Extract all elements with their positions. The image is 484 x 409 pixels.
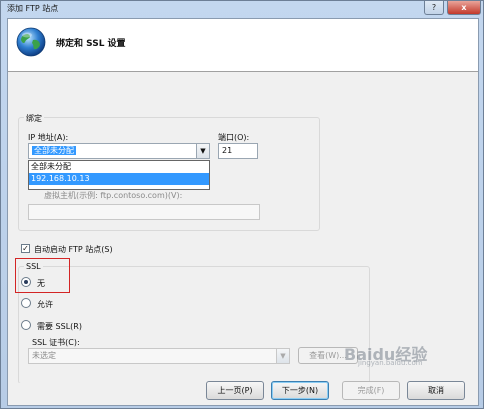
ssl-allow-radio[interactable] xyxy=(21,298,31,308)
ssl-require-label[interactable]: 需要 SSL(R) xyxy=(37,321,82,332)
chevron-down-icon[interactable]: ▼ xyxy=(276,349,289,363)
ip-address-dropdown-list[interactable]: 全部未分配 192.168.10.13 xyxy=(28,160,210,190)
virtual-host-label: 虚拟主机(示例: ftp.contoso.com)(V): xyxy=(44,191,183,200)
ssl-cert-label: SSL 证书(C): xyxy=(32,338,80,347)
page-title: 绑定和 SSL 设置 xyxy=(56,39,126,49)
ssl-cert-value: 未选定 xyxy=(32,351,56,360)
dropdown-option-ip[interactable]: 192.168.10.13 xyxy=(29,173,209,185)
dialog-window: 添加 FTP 站点 ? x 绑定和 SSL 设置 绑定 IP 地址(A): 全部… xyxy=(0,0,484,409)
chevron-down-icon[interactable]: ▼ xyxy=(196,144,209,158)
wizard-header: 绑定和 SSL 设置 xyxy=(8,19,478,71)
port-input[interactable]: 21 xyxy=(218,143,258,159)
dialog-client-area: 绑定和 SSL 设置 绑定 IP 地址(A): 全部未分配 ▼ 端口(O): 2… xyxy=(7,18,479,406)
wizard-content: 绑定 IP 地址(A): 全部未分配 ▼ 端口(O): 21 虚拟主机(示例: … xyxy=(8,71,478,384)
ssl-allow-label[interactable]: 允许 xyxy=(37,299,53,310)
close-button[interactable]: x xyxy=(447,1,481,15)
previous-button[interactable]: 上一页(P) xyxy=(206,381,264,400)
ssl-cert-combo[interactable]: 未选定 ▼ xyxy=(28,348,290,364)
port-label: 端口(O): xyxy=(218,133,250,142)
watermark-url: jingyan.baidu.com xyxy=(358,359,423,367)
help-button[interactable]: ? xyxy=(424,1,444,15)
ssl-require-radio[interactable] xyxy=(21,320,31,330)
binding-group-label: 绑定 xyxy=(24,113,44,124)
dropdown-option-all-unassigned[interactable]: 全部未分配 xyxy=(29,161,209,173)
title-bar[interactable]: 添加 FTP 站点 ? x xyxy=(1,1,483,17)
cancel-button[interactable]: 取消 xyxy=(407,381,465,400)
autostart-label[interactable]: 自动启动 FTP 站点(S) xyxy=(34,244,113,255)
autostart-checkbox[interactable]: ✓ xyxy=(21,244,30,253)
ssl-group-label: SSL xyxy=(24,262,43,271)
ip-address-label: IP 地址(A): xyxy=(28,133,69,142)
virtual-host-input[interactable] xyxy=(28,204,260,220)
ssl-none-label[interactable]: 无 xyxy=(37,278,45,289)
ip-address-selected: 全部未分配 xyxy=(32,146,76,155)
wizard-footer: 上一页(P) 下一步(N) 完成(F) 取消 xyxy=(8,381,478,405)
window-title: 添加 FTP 站点 xyxy=(7,4,59,13)
ip-address-combo[interactable]: 全部未分配 ▼ xyxy=(28,143,210,159)
finish-button[interactable]: 完成(F) xyxy=(342,381,400,400)
globe-icon xyxy=(16,27,46,57)
ssl-none-radio[interactable] xyxy=(21,277,31,287)
next-button[interactable]: 下一步(N) xyxy=(271,381,329,400)
